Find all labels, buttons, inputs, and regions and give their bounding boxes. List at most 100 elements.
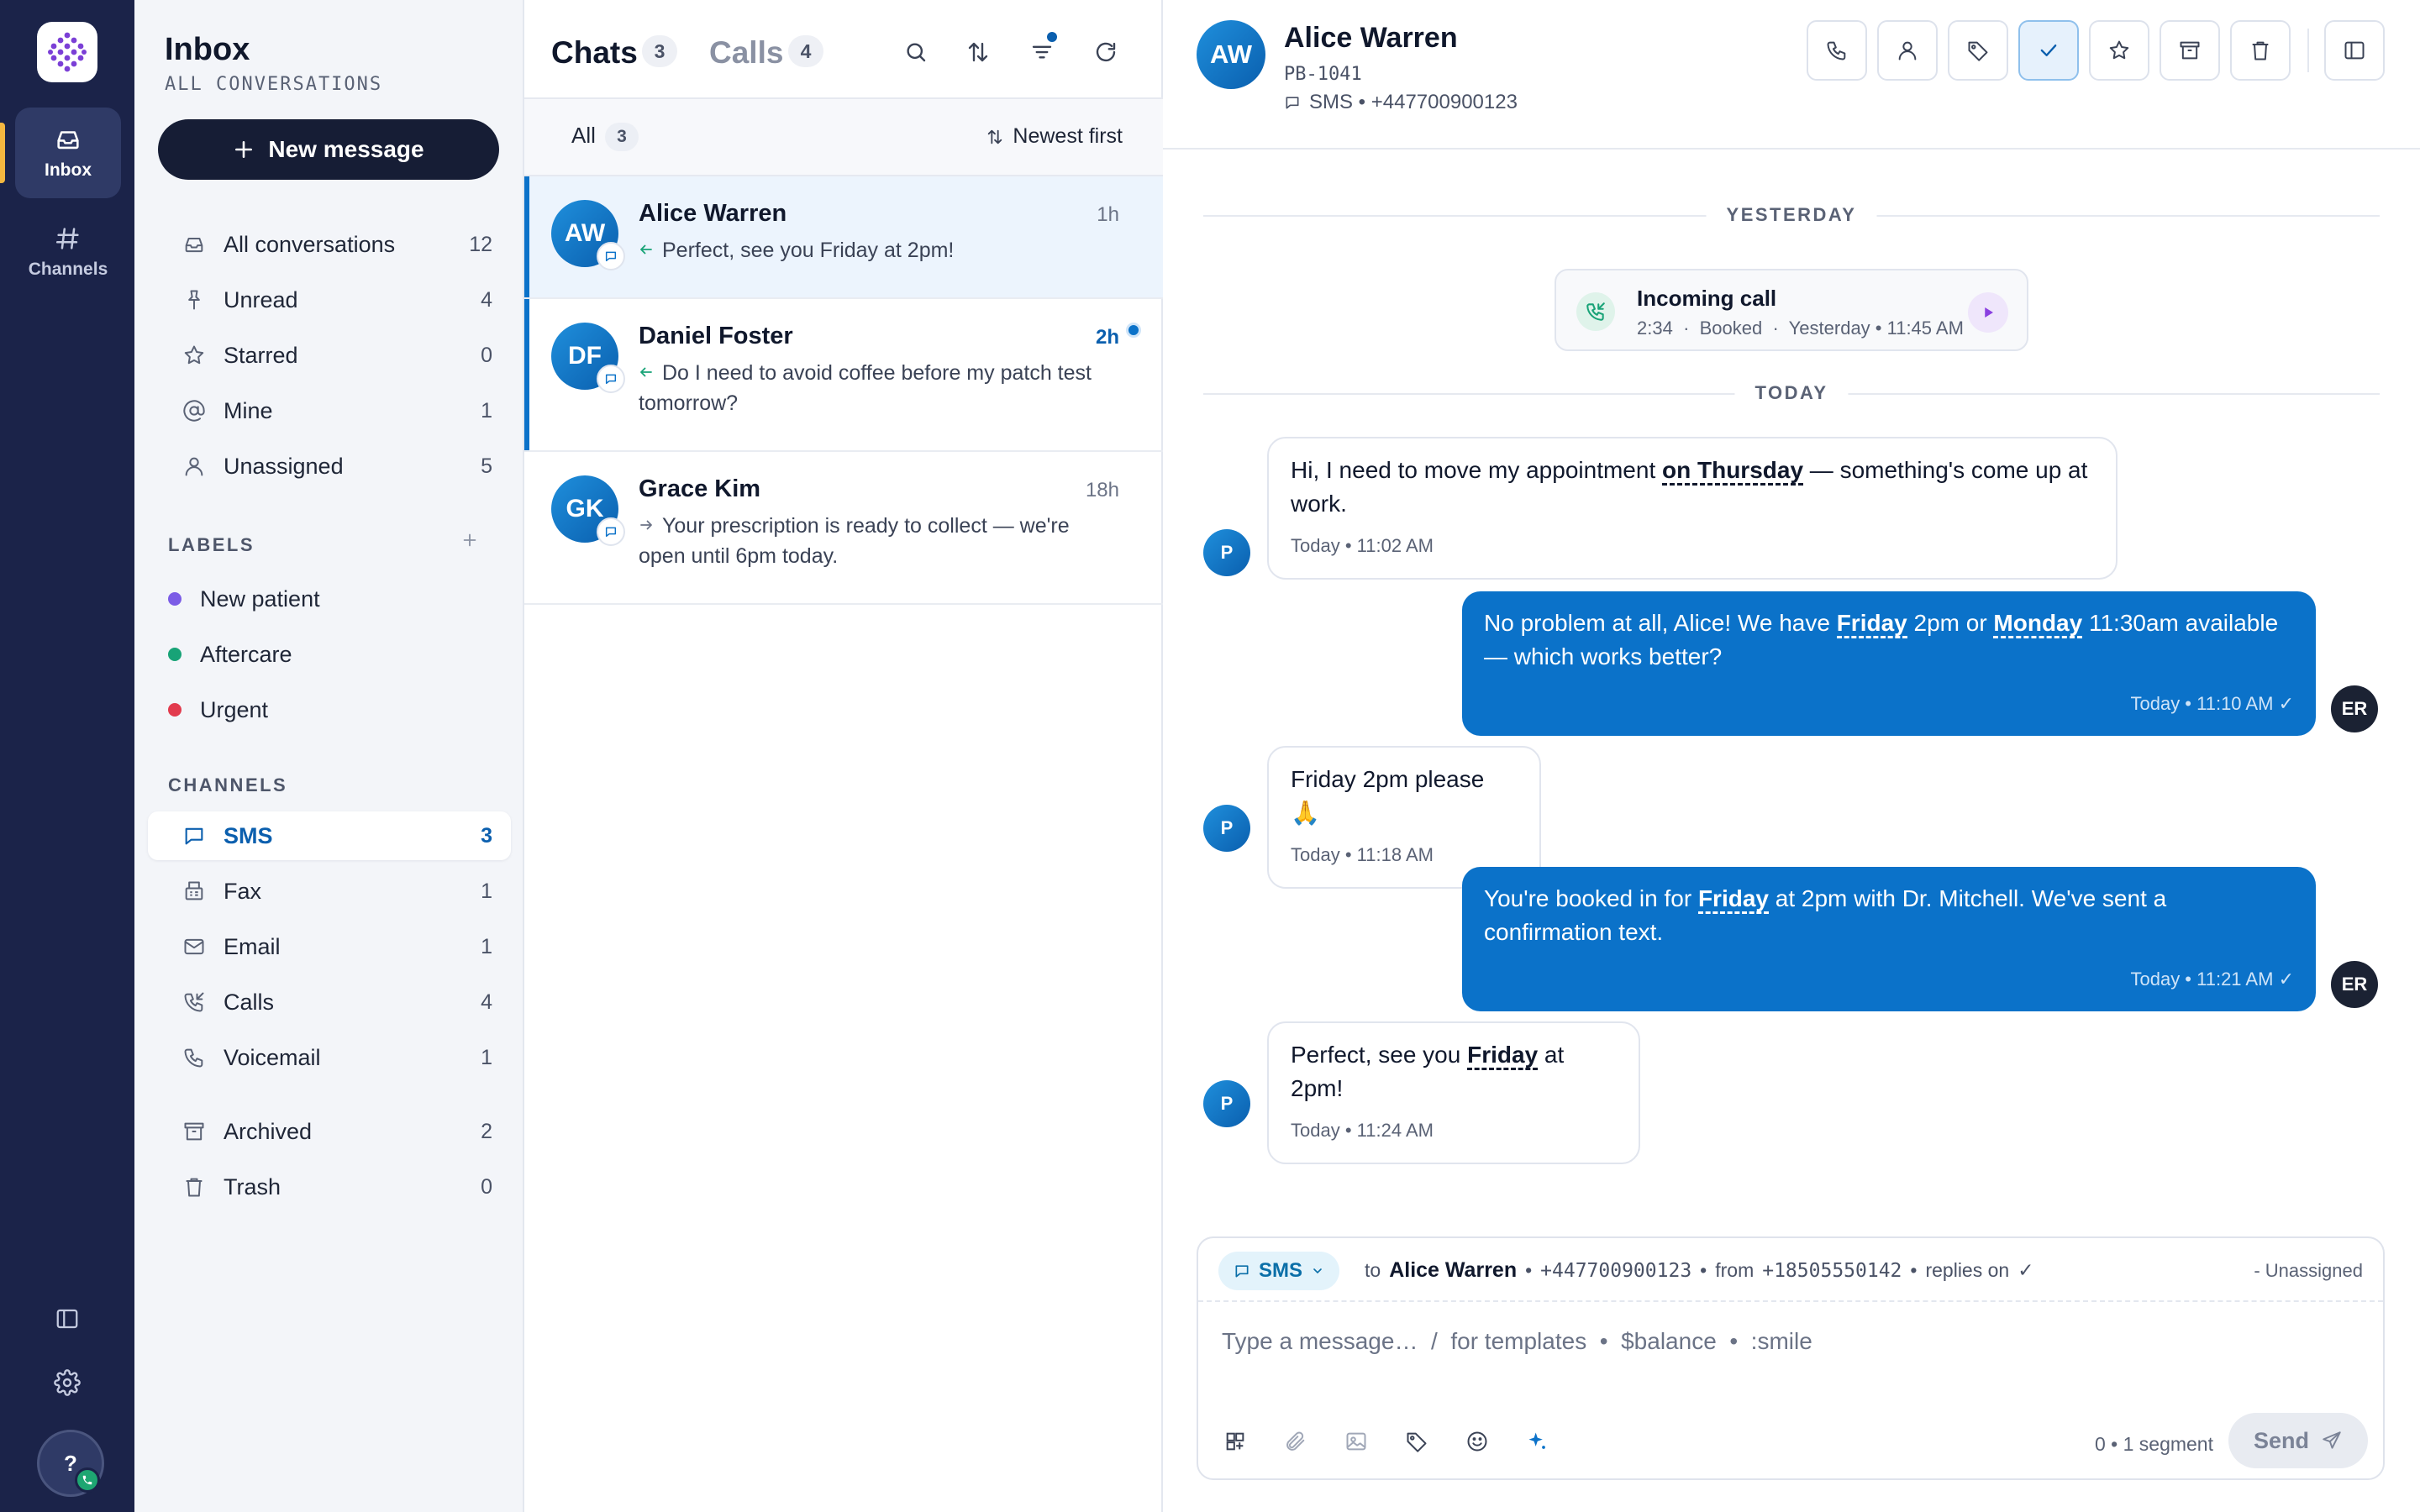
folder-trash[interactable]: Trash 0 (148, 1163, 511, 1211)
mail-icon (182, 934, 207, 959)
label-text: New patient (200, 585, 320, 612)
phone-status-icon (75, 1467, 100, 1493)
date-highlight[interactable]: Monday (1993, 610, 2083, 638)
channel-voicemail[interactable]: Voicemail 1 (148, 1033, 511, 1082)
channel-select[interactable]: SMS (1218, 1252, 1340, 1290)
call-time: Yesterday • 11:45 AM (1788, 318, 1964, 339)
message-preview: Do I need to avoid coffee before my patc… (639, 358, 1118, 418)
refresh-button[interactable] (1089, 35, 1123, 69)
page-subtitle: ALL CONVERSATIONS (165, 74, 383, 95)
rail-active-indicator (0, 123, 5, 183)
archive-button[interactable] (2160, 20, 2220, 81)
toggle-sidebar-button[interactable] (47, 1299, 87, 1339)
assignee-select[interactable]: - Unassigned (2254, 1260, 2363, 1282)
templates-button[interactable] (1218, 1425, 1252, 1458)
channel-email[interactable]: Email 1 (148, 922, 511, 971)
conversation-item[interactable]: AW Alice Warren 1h Perfect, see you Frid… (524, 176, 1163, 299)
archive-icon (182, 1119, 207, 1144)
gear-icon (54, 1369, 81, 1396)
agent-avatar: ER (2331, 961, 2378, 1008)
play-icon (1985, 307, 1993, 318)
rail-item-inbox[interactable]: Inbox (15, 108, 121, 198)
rail-item-channels[interactable]: Channels (15, 207, 121, 297)
label-text: Urgent (200, 696, 269, 722)
sort-order-button[interactable]: Newest first (986, 124, 1123, 149)
app-logo[interactable] (37, 22, 97, 82)
recipient-number: +447700900123 (1540, 1259, 1692, 1282)
label-aftercare[interactable]: Aftercare (168, 633, 292, 675)
view-label: Mine (224, 397, 273, 423)
resolve-button[interactable] (2018, 20, 2079, 81)
sender-number[interactable]: +18505550142 (1762, 1260, 1902, 1282)
unread-indicator (524, 299, 529, 450)
view-unread[interactable]: Unread 4 (148, 276, 511, 324)
contact-name: Daniel Foster (639, 323, 793, 349)
view-label: All conversations (224, 231, 396, 257)
recipient-name[interactable]: Alice Warren (1389, 1258, 1517, 1283)
date-highlight[interactable]: Friday (1697, 885, 1769, 914)
outgoing-message: You're booked in for Friday at 2pm with … (1462, 867, 2316, 1011)
new-message-button[interactable]: New message (158, 119, 499, 180)
ai-assist-button[interactable] (1521, 1425, 1555, 1458)
inbox-icon (182, 232, 207, 257)
filter-button[interactable] (1025, 32, 1059, 69)
user-avatar[interactable]: ? (37, 1430, 104, 1497)
folder-count: 0 (481, 1174, 492, 1199)
app-rail: Inbox Channels ? (0, 0, 134, 1512)
image-button[interactable] (1339, 1425, 1373, 1458)
send-button[interactable]: Send (2228, 1413, 2368, 1468)
filter-all[interactable]: All (571, 123, 596, 149)
sort-arrows-icon (968, 42, 988, 62)
label-button[interactable] (1948, 20, 2008, 81)
date-highlight[interactable]: on Thursday (1662, 457, 1804, 486)
emoji-button[interactable] (1460, 1425, 1494, 1458)
tab-calls[interactable]: Calls (709, 35, 783, 71)
variables-button[interactable] (1400, 1425, 1434, 1458)
channel-sms[interactable]: SMS 3 (148, 811, 511, 860)
sort-button[interactable] (961, 35, 995, 69)
replies-check-icon[interactable]: ✓ (2018, 1259, 2033, 1282)
delete-button[interactable] (2230, 20, 2291, 81)
settings-button[interactable] (47, 1362, 87, 1403)
date-highlight[interactable]: Friday (1836, 610, 1907, 638)
channel-fax[interactable]: Fax 1 (148, 867, 511, 916)
call-button[interactable] (1807, 20, 1867, 81)
toggle-details-button[interactable] (2324, 20, 2385, 81)
label-color-dot (168, 592, 182, 606)
view-count: 1 (481, 398, 492, 423)
view-mine[interactable]: Mine 1 (148, 386, 511, 435)
view-starred[interactable]: Starred 0 (148, 331, 511, 380)
label-new-patient[interactable]: New patient (168, 578, 320, 620)
tab-chats[interactable]: Chats (551, 35, 638, 71)
incoming-arrow-icon (639, 235, 654, 265)
label-urgent[interactable]: Urgent (168, 689, 268, 731)
sms-channel-icon (597, 242, 625, 270)
conversation-item[interactable]: DF Daniel Foster 2h Do I need to avoid c… (524, 299, 1163, 452)
search-button[interactable] (899, 35, 933, 69)
channel-calls[interactable]: Calls 4 (148, 978, 511, 1026)
conversation-time: 1h (1097, 203, 1119, 226)
conversation-item[interactable]: GK Grace Kim 18h Your prescription is re… (524, 452, 1163, 605)
message-icon (182, 823, 207, 848)
play-recording-button[interactable] (1968, 292, 2008, 333)
sms-channel-icon (597, 365, 625, 393)
star-button[interactable] (2089, 20, 2149, 81)
view-all-conversations[interactable]: All conversations 12 (148, 220, 511, 269)
contact-channel: SMS • +447700900123 (1284, 91, 1518, 114)
fax-icon (182, 879, 207, 904)
pin-icon (182, 287, 207, 312)
channel-label: Voicemail (224, 1044, 321, 1070)
message-input[interactable] (1222, 1320, 2314, 1362)
view-unassigned[interactable]: Unassigned 5 (148, 442, 511, 491)
add-label-button[interactable] (460, 531, 479, 554)
folder-archived[interactable]: Archived 2 (148, 1107, 511, 1156)
message-composer: SMS to Alice Warren • +447700900123 • fr… (1197, 1236, 2385, 1480)
contact-name[interactable]: Alice Warren (1284, 22, 1458, 55)
contact-avatar[interactable]: AW (1197, 20, 1265, 89)
call-event-card[interactable]: Incoming call 2:34 · Booked · Yesterday … (1555, 269, 2028, 351)
patient-id: PB-1041 (1284, 64, 1362, 85)
assign-button[interactable] (1877, 20, 1938, 81)
date-highlight[interactable]: Friday (1467, 1042, 1539, 1070)
attach-button[interactable] (1279, 1425, 1313, 1458)
tab-calls-count: 4 (788, 35, 823, 67)
